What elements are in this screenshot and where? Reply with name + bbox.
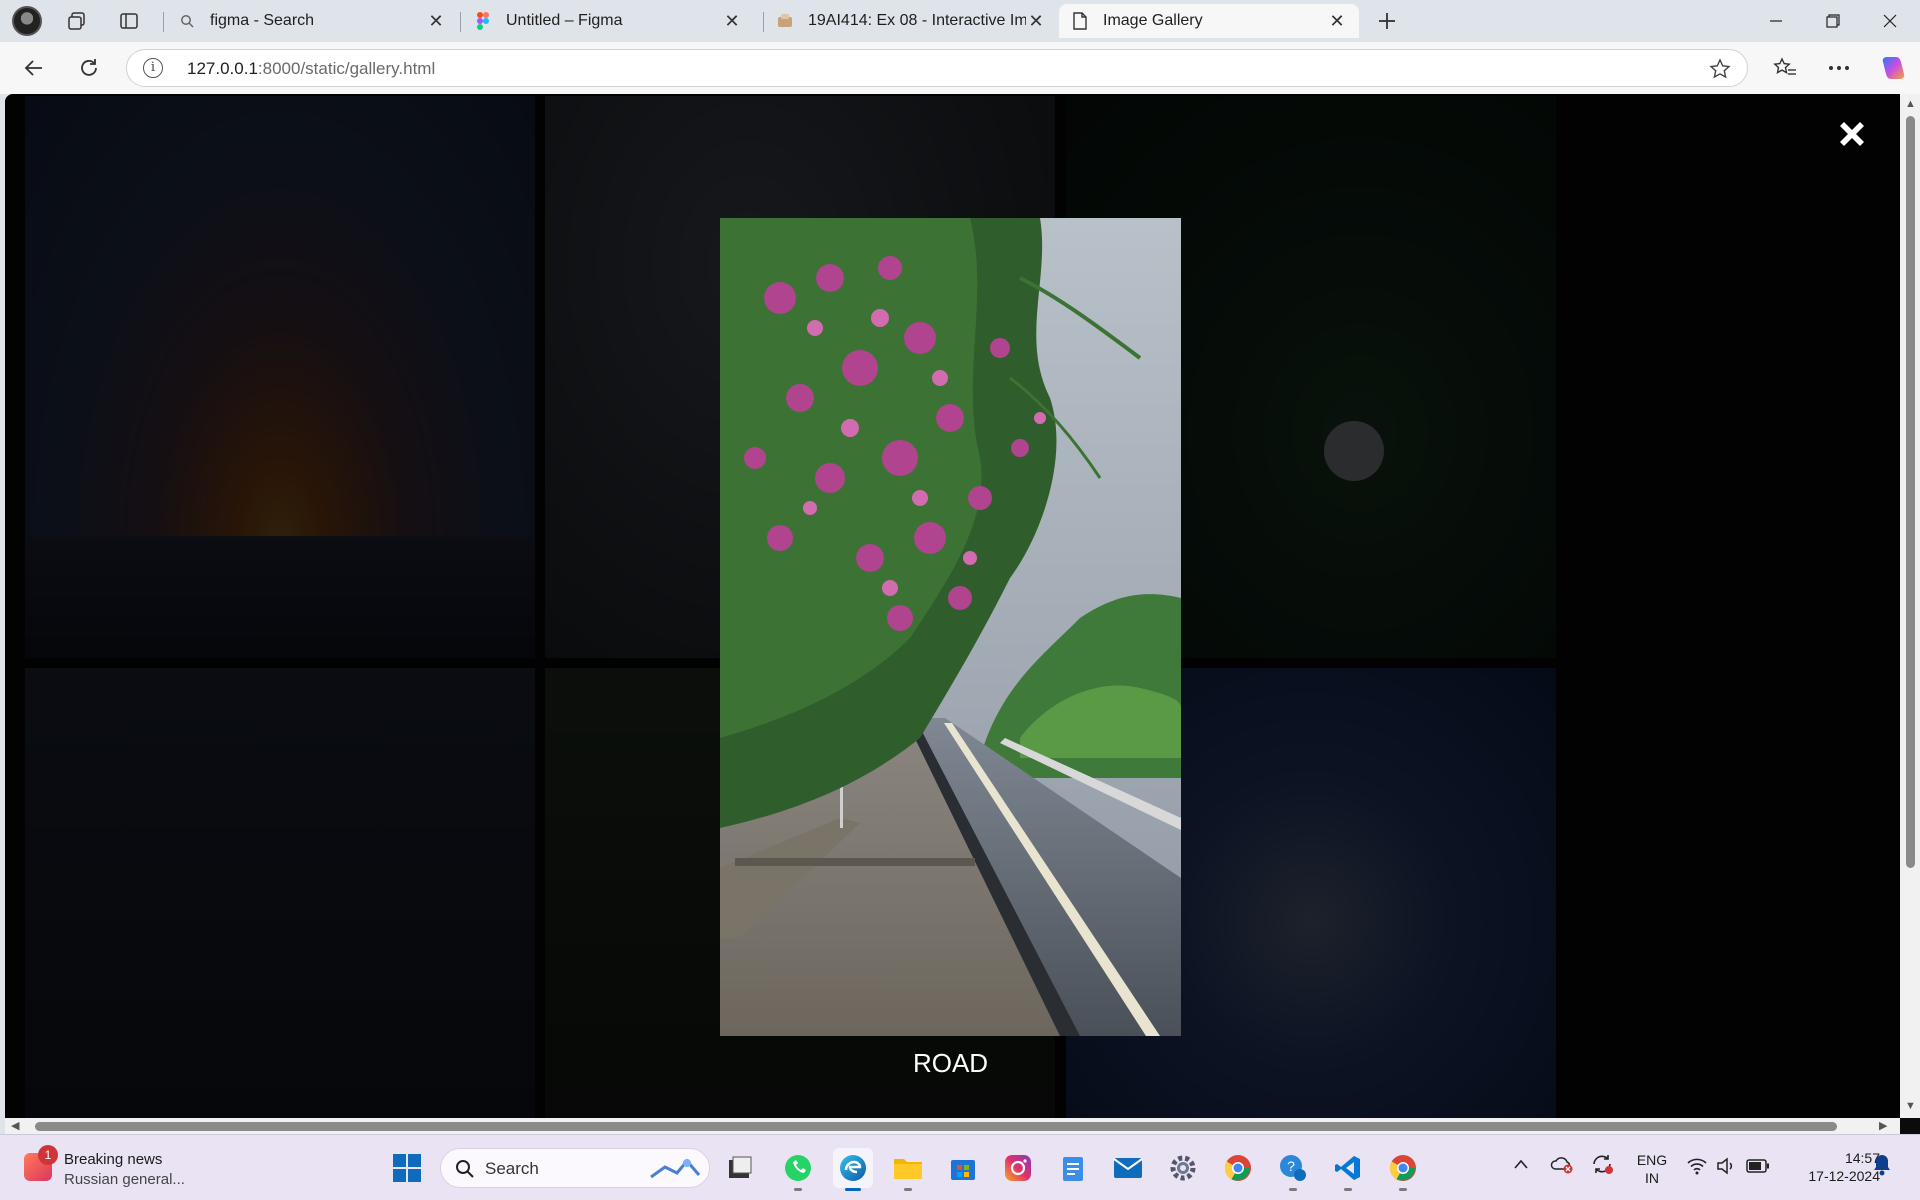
search-icon: [456, 1160, 474, 1178]
settings-icon[interactable]: [1163, 1148, 1203, 1188]
tab-figma-search[interactable]: figma - Search ✕: [166, 4, 458, 38]
taskbar-search[interactable]: Search: [440, 1148, 710, 1188]
whatsapp-icon[interactable]: [778, 1148, 818, 1191]
back-icon[interactable]: [17, 51, 51, 85]
clock-date: 17-12-2024: [1808, 1168, 1880, 1184]
show-hidden-icons-icon[interactable]: [1513, 1157, 1529, 1175]
search-highlight-icon: [650, 1158, 701, 1179]
restore-icon[interactable]: [1805, 0, 1861, 42]
edge-icon[interactable]: [833, 1148, 873, 1191]
language-code: ENG: [1636, 1152, 1668, 1168]
mail-icon[interactable]: [1108, 1148, 1148, 1188]
scroll-up-icon[interactable]: ▲: [1905, 98, 1916, 110]
tab-title: Image Gallery: [1103, 12, 1203, 29]
favorite-star-icon[interactable]: [1709, 58, 1731, 85]
notepad-icon[interactable]: [1053, 1148, 1093, 1188]
language-indicator[interactable]: ENG IN: [1632, 1151, 1672, 1187]
chrome-icon[interactable]: [1218, 1148, 1258, 1188]
vertical-scrollbar[interactable]: ▲ ▼: [1900, 94, 1920, 1118]
url-text[interactable]: 127.0.0.1:8000/static/gallery.html: [187, 59, 435, 79]
vertical-scroll-thumb[interactable]: [1906, 116, 1915, 868]
microsoft-store-icon[interactable]: [943, 1148, 983, 1188]
file-explorer-icon[interactable]: [888, 1148, 928, 1191]
clock[interactable]: 14:57 17-12-2024: [1780, 1149, 1880, 1185]
close-lightbox-icon[interactable]: [1832, 114, 1872, 154]
close-tab-icon[interactable]: ✕: [426, 11, 446, 32]
region-code: IN: [1645, 1170, 1659, 1186]
close-window-icon[interactable]: [1862, 0, 1918, 42]
scroll-down-icon[interactable]: ▼: [1905, 1100, 1916, 1112]
sync-icon[interactable]: [1590, 1153, 1614, 1180]
search-label: Search: [485, 1159, 539, 1178]
horizontal-scrollbar[interactable]: ◀ ▶: [5, 1118, 1900, 1134]
tab-strip: figma - Search ✕ Untitled – Figma ✕ 19AI…: [0, 0, 1920, 42]
notification-badge: 1: [38, 1145, 58, 1165]
scroll-left-icon[interactable]: ◀: [11, 1119, 19, 1132]
close-tab-icon[interactable]: ✕: [722, 11, 742, 32]
volume-icon[interactable]: [1716, 1157, 1736, 1180]
tab-title: 19AI414: Ex 08 - Interactive Image: [808, 12, 1026, 29]
lightbox-image: [720, 218, 1181, 1036]
minimize-icon[interactable]: [1748, 0, 1804, 42]
search-icon: [178, 12, 196, 30]
tab-title: figma - Search: [210, 12, 315, 29]
svg-text:?: ?: [1287, 1158, 1295, 1174]
workspaces-icon[interactable]: [62, 6, 92, 36]
get-help-icon[interactable]: ?: [1273, 1148, 1313, 1191]
tab-title: Untitled – Figma: [506, 12, 623, 29]
site-favicon-icon: [776, 12, 794, 30]
more-options-icon[interactable]: [1822, 51, 1856, 85]
page-viewport: ROAD ▲ ▼ ◀ ▶: [5, 94, 1920, 1134]
scroll-right-icon[interactable]: ▶: [1879, 1119, 1887, 1132]
favorites-icon[interactable]: [1768, 51, 1802, 85]
battery-icon[interactable]: [1746, 1159, 1770, 1178]
clock-time: 14:57: [1844, 1150, 1880, 1166]
figma-icon: [474, 12, 492, 30]
windows-taskbar: 1 Breaking news Russian general... Searc…: [0, 1134, 1920, 1200]
copilot-icon[interactable]: [1876, 51, 1910, 85]
close-tab-icon[interactable]: ✕: [1026, 11, 1046, 32]
navigation-bar: i 127.0.0.1:8000/static/gallery.html: [0, 42, 1920, 94]
onedrive-error-icon[interactable]: [1550, 1154, 1574, 1179]
site-info-icon[interactable]: i: [143, 58, 163, 78]
close-tab-icon[interactable]: ✕: [1327, 11, 1347, 32]
new-tab-icon[interactable]: [1372, 6, 1402, 36]
start-icon[interactable]: [387, 1148, 427, 1188]
vscode-icon[interactable]: [1328, 1148, 1368, 1191]
notifications-bell-icon[interactable]: [1872, 1153, 1892, 1182]
chrome-profile-icon[interactable]: [1383, 1148, 1423, 1191]
news-subtitle: Russian general...: [64, 1171, 185, 1188]
wifi-icon[interactable]: [1686, 1157, 1708, 1180]
page-icon: [1071, 12, 1089, 30]
tab-exercise[interactable]: 19AI414: Ex 08 - Interactive Image ✕: [764, 4, 1058, 38]
instagram-icon[interactable]: [998, 1148, 1038, 1188]
news-title: Breaking news: [64, 1151, 163, 1168]
news-widget[interactable]: 1 Breaking news Russian general...: [20, 1145, 210, 1191]
tab-figma-untitled[interactable]: Untitled – Figma ✕: [462, 4, 754, 38]
address-bar[interactable]: i 127.0.0.1:8000/static/gallery.html: [126, 49, 1748, 87]
file-explorer-dark-icon[interactable]: [720, 1148, 760, 1188]
tab-actions-icon[interactable]: [114, 6, 144, 36]
horizontal-scroll-thumb[interactable]: [35, 1122, 1837, 1131]
profile-avatar[interactable]: [12, 6, 42, 36]
tab-image-gallery[interactable]: Image Gallery ✕: [1059, 4, 1359, 38]
lightbox-caption: ROAD: [912, 1048, 989, 1078]
refresh-icon[interactable]: [72, 51, 106, 85]
